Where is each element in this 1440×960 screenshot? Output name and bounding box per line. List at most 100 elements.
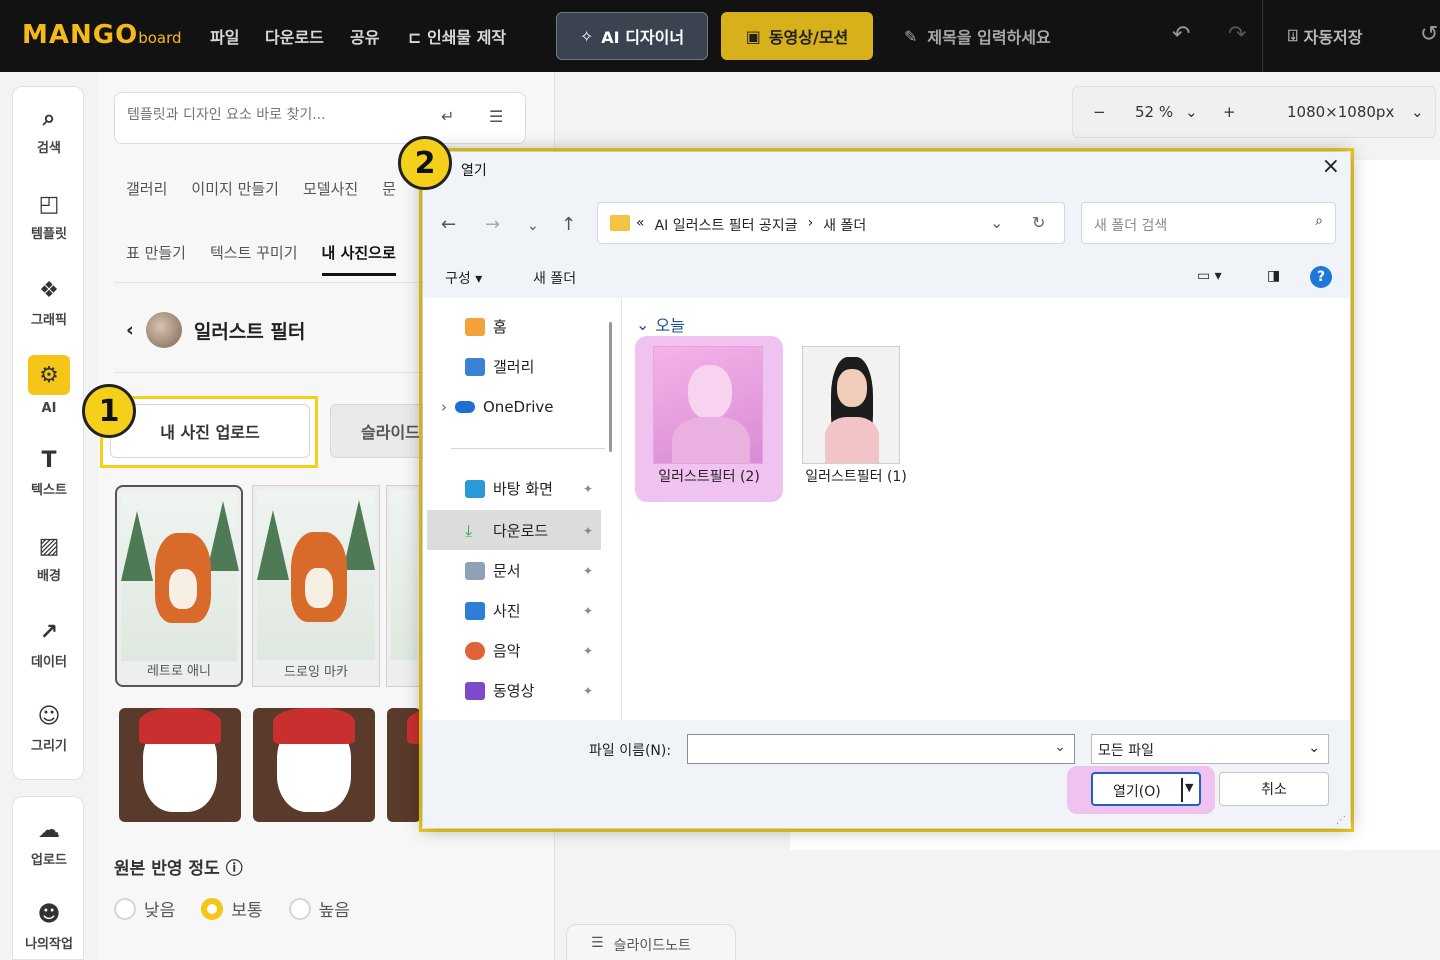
upload-photo-button[interactable]: 내 사진 업로드 (110, 404, 310, 458)
nav-onedrive[interactable]: › OneDrive (441, 398, 554, 416)
panel-tabs-row1: 갤러리 이미지 만들기 모델사진 문 (126, 178, 396, 199)
help-icon[interactable]: ? (1310, 266, 1332, 288)
close-icon[interactable]: × (1322, 154, 1340, 179)
tab-text-deco[interactable]: 텍스트 꾸미기 (210, 242, 298, 276)
rail-background[interactable]: ▨ 배경 (13, 533, 85, 585)
pin-icon[interactable]: ✦ (583, 604, 593, 618)
slide-notes-tab[interactable]: ☰ 슬라이드노트 (566, 924, 736, 960)
chevron-right-icon[interactable]: › (441, 398, 447, 416)
pin-icon[interactable]: ✦ (583, 644, 593, 658)
chevron-down-icon[interactable]: ⌄ (990, 213, 1003, 232)
rail-data[interactable]: ↗ 데이터 (13, 619, 85, 671)
breadcrumb-current[interactable]: 새 폴더 (823, 215, 866, 235)
new-folder-button[interactable]: 새 폴더 (533, 268, 576, 288)
menu-download[interactable]: 다운로드 (265, 24, 324, 48)
pin-icon[interactable]: ✦ (583, 564, 593, 578)
nav-home[interactable]: 홈 (465, 316, 507, 337)
tab-table[interactable]: 표 만들기 (126, 242, 186, 276)
radio-high[interactable]: 높음 (288, 896, 350, 921)
filter-search-icon[interactable]: ☰ (489, 107, 503, 126)
nav-scrollbar[interactable] (609, 322, 612, 452)
menu-file[interactable]: 파일 (210, 24, 239, 48)
group-header-today[interactable]: ⌄ 오늘 (636, 312, 685, 336)
history-icon[interactable]: ↺ (1420, 22, 1438, 47)
autosave-button[interactable]: ⍗ 자동저장 (1288, 24, 1363, 48)
style-card-santa[interactable] (119, 708, 241, 822)
up-arrow-icon[interactable]: ↑ (561, 214, 576, 235)
chevron-left-icon[interactable]: ‹ (126, 319, 134, 341)
nav-pictures[interactable]: 사진 (465, 600, 521, 621)
rail-graphic[interactable]: ❖ 그래픽 (13, 277, 85, 329)
breadcrumb-parent[interactable]: AI 일러스트 필터 공지글 (655, 215, 798, 235)
canvas-size[interactable]: 1080×1080px (1287, 103, 1394, 121)
chevron-down-icon[interactable]: ⌄ (1185, 103, 1198, 121)
radio-low[interactable]: 낮음 (114, 896, 175, 921)
rail-upload[interactable]: ☁ 업로드 (13, 817, 85, 869)
nav-videos[interactable]: 동영상 (465, 680, 534, 701)
zoom-in-icon[interactable]: + (1223, 103, 1236, 121)
logo[interactable]: MANGOboard (22, 20, 182, 50)
file-item-illustration-1[interactable]: 일러스트필터 (1) (782, 336, 930, 502)
open-button[interactable]: 열기(O) ▼ (1091, 772, 1201, 806)
tab-my-photo[interactable]: 내 사진으로 (321, 242, 396, 276)
tab-doc[interactable]: 문 (382, 178, 396, 199)
breadcrumb-overflow[interactable]: « (636, 215, 645, 235)
dialog-toolbar: 구성 ▾ 새 폴더 ▭ ▾ ◨ (423, 258, 1350, 298)
resize-grip-icon[interactable]: ⋰ (1336, 815, 1346, 826)
chevron-down-icon[interactable]: ⌄ (1054, 739, 1066, 755)
style-card-santa-partial[interactable] (387, 708, 421, 822)
video-motion-button[interactable]: ▣ 동영상/모션 (721, 12, 873, 60)
rail-template[interactable]: ◰ 템플릿 (13, 191, 85, 243)
tab-image-create[interactable]: 이미지 만들기 (191, 178, 279, 199)
nav-music[interactable]: 음악 (465, 640, 521, 661)
title-input[interactable]: ✎ 제목을 입력하세요 (904, 24, 1051, 48)
nav-gallery[interactable]: 갤러리 (465, 356, 534, 377)
view-icon[interactable]: ▭ ▾ (1197, 268, 1222, 284)
nav-downloads[interactable]: ⤓ 다운로드 (427, 510, 601, 550)
recent-chevron-icon[interactable]: ⌄ (527, 218, 539, 234)
rail-search[interactable]: ⌕ 검색 (13, 105, 85, 157)
style-card-partial[interactable] (386, 485, 422, 687)
pin-icon[interactable]: ✦ (583, 524, 593, 538)
tab-gallery[interactable]: 갤러리 (126, 178, 167, 199)
rail-my-work[interactable]: ☻ 나의작업 (13, 901, 85, 953)
pin-icon[interactable]: ✦ (583, 482, 593, 496)
file-item-illustration-2[interactable]: 일러스트필터 (2) (635, 336, 783, 502)
refresh-icon[interactable]: ↻ (1032, 213, 1045, 232)
style-card-drawing-marker[interactable]: 드로잉 마카 (252, 485, 380, 687)
zoom-value[interactable]: 52 % (1135, 103, 1173, 121)
tab-model-photo[interactable]: 모델사진 (303, 178, 358, 199)
filename-input[interactable]: ⌄ (687, 734, 1075, 764)
slide-button[interactable]: 슬라이드 (330, 404, 430, 458)
organize-button[interactable]: 구성 ▾ (445, 268, 482, 288)
search-input[interactable] (127, 107, 427, 123)
style-card-santa[interactable] (253, 708, 375, 822)
filetype-select[interactable]: 모든 파일 ⌄ (1091, 734, 1329, 764)
zoom-out-icon[interactable]: − (1093, 103, 1106, 121)
ai-designer-button[interactable]: ✧ AI 디자이너 (556, 12, 708, 60)
enter-icon[interactable]: ↵ (441, 107, 454, 126)
help-circle-icon[interactable]: ⓘ (226, 854, 243, 879)
template-search[interactable]: ↵ ☰ (114, 92, 526, 144)
redo-icon[interactable]: ↷ (1228, 22, 1246, 47)
radio-normal[interactable]: 보통 (201, 896, 263, 921)
menu-share[interactable]: 공유 (350, 24, 379, 48)
rail-draw[interactable]: ☺ 그리기 (13, 703, 85, 755)
preview-pane-icon[interactable]: ◨ (1267, 268, 1280, 284)
rail-text[interactable]: T 텍스트 (13, 447, 85, 499)
chevron-down-icon[interactable]: ⌄ (1411, 103, 1424, 121)
caret-down-icon[interactable]: ▼ (1185, 781, 1193, 794)
forward-arrow-icon[interactable]: → (485, 214, 500, 235)
nav-desktop[interactable]: 바탕 화면 (465, 478, 553, 499)
back-arrow-icon[interactable]: ← (441, 214, 456, 235)
undo-icon[interactable]: ↶ (1172, 22, 1190, 47)
pin-icon[interactable]: ✦ (583, 684, 593, 698)
style-card-retro-anime[interactable]: 레트로 애니 (115, 485, 243, 687)
address-bar[interactable]: « AI 일러스트 필터 공지글 › 새 폴더 ⌄ ↻ (597, 202, 1065, 244)
split-divider (1181, 778, 1183, 802)
folder-search[interactable]: 새 폴더 검색 ⌕ (1081, 202, 1336, 244)
menu-print[interactable]: ⊏ 인쇄물 제작 (408, 24, 506, 48)
rail-ai[interactable]: ⚙ AI (13, 355, 85, 416)
cancel-button[interactable]: 취소 (1219, 772, 1329, 806)
nav-documents[interactable]: 문서 (465, 560, 521, 581)
